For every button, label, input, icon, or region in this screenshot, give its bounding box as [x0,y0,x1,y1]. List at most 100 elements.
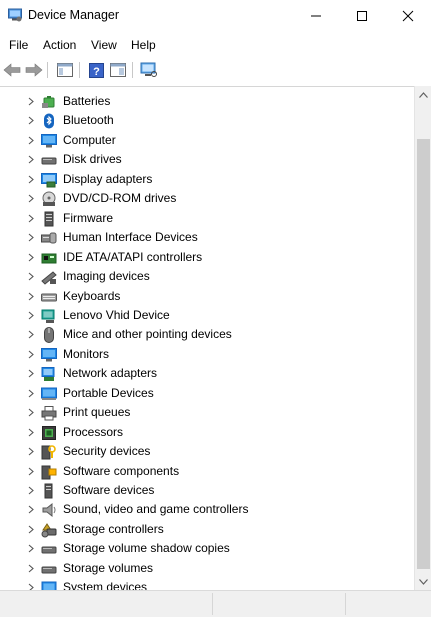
status-bar-divider [212,593,213,615]
tree-node[interactable]: Storage volume shadow copies [0,539,414,558]
tree-node[interactable]: Security devices [0,442,414,461]
tree-node[interactable]: Human Interface Devices [0,228,414,247]
tree-node-label: Storage controllers [63,521,164,536]
tree-node[interactable]: Processors [0,423,414,442]
chevron-right-icon[interactable] [27,253,35,262]
tree-node[interactable]: Storage controllers [0,520,414,539]
tree-node[interactable]: Imaging devices [0,267,414,286]
tree-node-label: Human Interface Devices [63,230,198,245]
shadow-copy-icon [41,546,57,554]
chevron-right-icon[interactable] [27,467,35,476]
toolbar: ? [0,57,431,84]
tree-node-label: DVD/CD-ROM drives [63,191,177,206]
chevron-right-icon[interactable] [27,525,35,534]
chevron-right-icon[interactable] [27,544,35,553]
chevron-right-icon[interactable] [27,116,35,125]
tree-node[interactable]: IDE ATA/ATAPI controllers [0,248,414,267]
forward-button[interactable] [24,61,44,79]
tree-node[interactable]: Lenovo Vhid Device [0,306,414,325]
menu-action[interactable]: Action [43,38,76,52]
tree-node-label: Network adapters [63,366,158,381]
chevron-right-icon[interactable] [27,447,35,456]
menu-view[interactable]: View [91,38,117,52]
battery-icon [42,96,55,108]
help-button[interactable]: ? [86,61,106,79]
status-bar [0,590,431,617]
window-title: Device Manager [28,8,120,22]
tree-node[interactable]: Batteries [0,92,414,111]
chevron-right-icon[interactable] [27,155,35,164]
chevron-right-icon[interactable] [27,233,35,242]
close-button[interactable] [385,0,431,32]
chevron-right-icon[interactable] [27,175,35,184]
chevron-right-icon[interactable] [27,505,35,514]
properties-button[interactable] [108,61,128,79]
tree-node[interactable]: Computer [0,131,414,150]
chevron-right-icon[interactable] [27,272,35,281]
storage-volume-icon [41,566,57,574]
svg-text:?: ? [93,66,100,78]
title-bar: Device Manager [0,0,431,32]
tree-node-label: Batteries [63,94,111,108]
tree-node-label: Mice and other pointing devices [63,327,232,342]
chevron-right-icon[interactable] [27,564,35,573]
back-arrow-icon [3,63,21,77]
chevron-right-icon[interactable] [27,408,35,417]
tree-node[interactable]: Keyboards [0,287,414,306]
status-bar-divider [345,593,346,615]
console-tree-icon [57,63,73,77]
toolbar-separator [132,62,133,78]
monitor-icon [41,347,57,362]
maximize-button[interactable] [339,0,385,32]
tree-node-label: IDE ATA/ATAPI controllers [63,249,203,264]
display-adapter-icon [41,172,57,188]
tree-node[interactable]: Bluetooth [0,111,414,130]
tree-node[interactable]: Firmware [0,209,414,228]
minimize-button[interactable] [293,0,339,32]
tree-node[interactable]: Software devices [0,481,414,500]
firmware-icon [44,211,54,227]
chevron-right-icon[interactable] [27,311,35,320]
chevron-right-icon[interactable] [27,292,35,301]
chevron-right-icon[interactable] [27,389,35,398]
tree-node[interactable]: Monitors [0,345,414,364]
chevron-right-icon[interactable] [27,97,35,106]
scroll-up-button[interactable] [415,86,431,103]
chevron-right-icon[interactable] [27,369,35,378]
chevron-right-icon[interactable] [27,428,35,437]
mouse-icon [44,327,54,344]
scroll-down-button[interactable] [415,573,431,590]
tree-node-label: Sound, video and game controllers [63,502,249,517]
tree-node[interactable]: Portable Devices [0,384,414,403]
chevron-right-icon[interactable] [27,486,35,495]
chevron-right-icon[interactable] [27,330,35,339]
menu-file[interactable]: File [9,38,28,52]
back-button[interactable] [2,61,22,79]
tree-node[interactable]: Storage volumes [0,559,414,578]
tree-node-label: Bluetooth [63,113,114,128]
menu-help[interactable]: Help [131,38,156,52]
tree-node[interactable]: Display adapters [0,170,414,189]
vertical-scrollbar[interactable] [414,86,431,590]
disk-drive-icon [41,157,57,165]
tree-node[interactable]: Mice and other pointing devices [0,325,414,344]
chevron-right-icon[interactable] [27,214,35,223]
chevron-right-icon[interactable] [27,136,35,145]
scroll-thumb[interactable] [417,139,430,569]
tree-node-label: Firmware [63,210,113,225]
chevron-right-icon[interactable] [27,350,35,359]
maximize-icon [357,11,367,21]
portable-device-icon [41,387,57,400]
tree-node[interactable]: Software components [0,462,414,481]
device-manager-icon [8,8,22,22]
scan-hardware-button[interactable] [139,61,159,79]
tree-node[interactable]: Sound, video and game controllers [0,500,414,519]
tree-node[interactable]: Print queues [0,403,414,422]
device-tree[interactable]: Batteries Bluetooth Computer Disk drives Dis… [0,86,414,591]
tree-node[interactable]: DVD/CD-ROM drives [0,189,414,208]
chevron-right-icon[interactable] [27,194,35,203]
show-hide-console-tree-button[interactable] [55,61,75,79]
close-icon [402,10,414,22]
tree-node[interactable]: Disk drives [0,150,414,169]
tree-node[interactable]: Network adapters [0,364,414,383]
